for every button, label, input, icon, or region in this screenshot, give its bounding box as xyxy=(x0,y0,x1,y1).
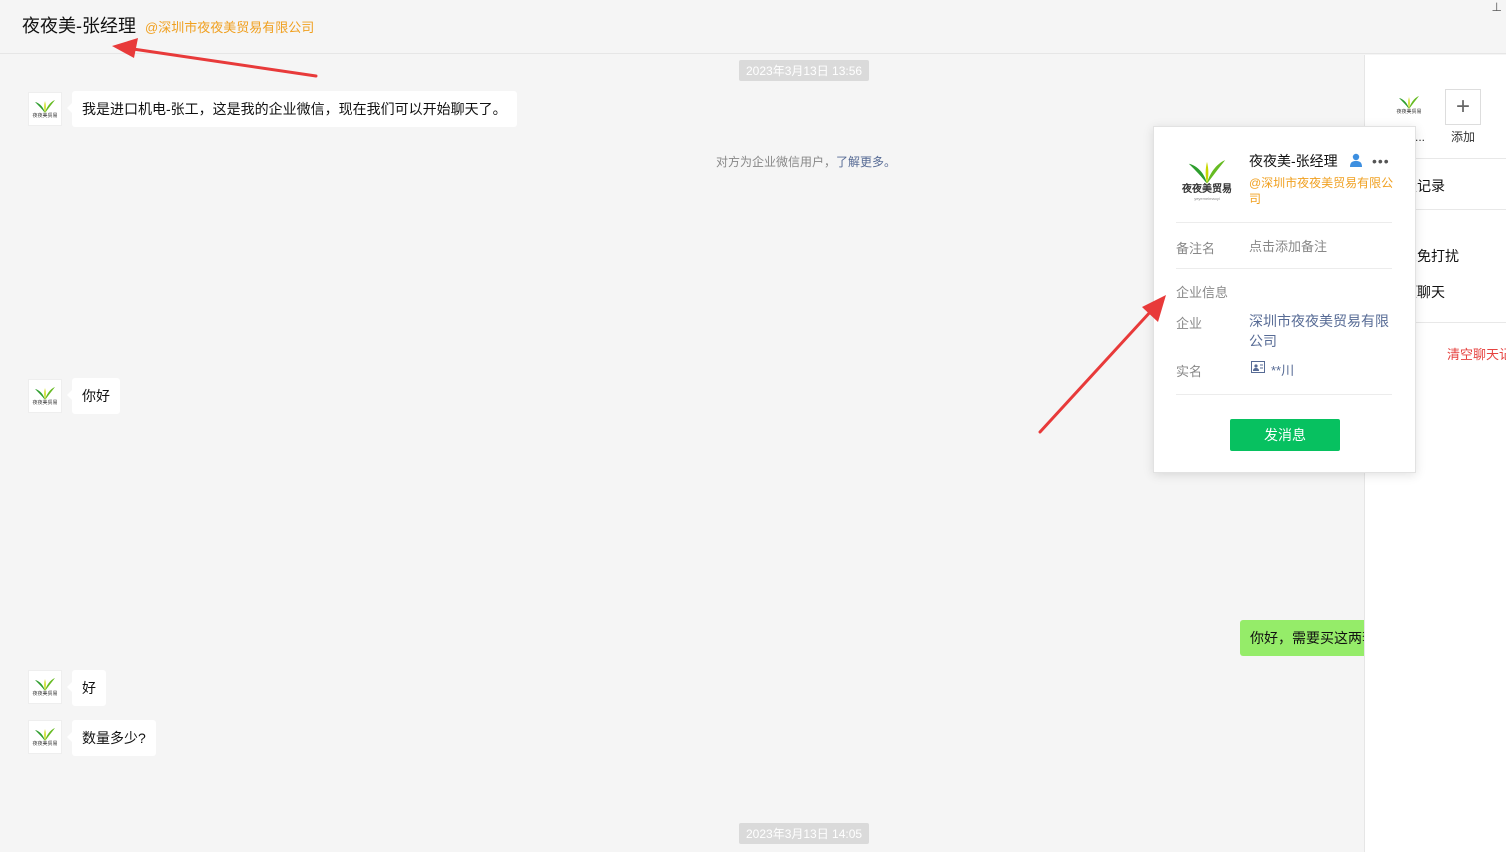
sprout-logo-icon xyxy=(1399,96,1419,109)
sprout-logo-icon xyxy=(35,728,55,741)
contact-corp: @深圳市夜夜美贸易有限公司 xyxy=(1249,176,1394,206)
timestamp: 2023年3月13日 14:05 xyxy=(739,823,870,844)
member-avatar[interactable]: 夜夜美贸易 xyxy=(1393,89,1425,121)
add-member-button[interactable]: + xyxy=(1445,89,1481,125)
enterprise-info-label: 企业信息 xyxy=(1176,285,1229,300)
contact-avatar[interactable]: 夜夜美贸易 xyxy=(28,379,62,413)
contact-card-avatar[interactable]: 夜夜美贸易 yeyemeimaoyi xyxy=(1176,149,1238,209)
message-bubble[interactable]: 好 xyxy=(67,670,106,706)
avatar-brand-text: 夜夜美贸易 xyxy=(32,741,58,747)
remark-input[interactable]: 点击添加备注 xyxy=(1249,236,1327,255)
avatar-brand-text: 夜夜美贸易 xyxy=(1182,183,1232,195)
wecom-person-icon xyxy=(1350,153,1362,167)
contact-avatar[interactable]: 夜夜美贸易 xyxy=(28,92,62,126)
sprout-logo-icon xyxy=(35,678,55,691)
message-bubble[interactable]: 我是进口机电-张工，这是我的企业微信，现在我们可以开始聊天了。 xyxy=(67,91,517,127)
message-bubble[interactable]: 数量多少? xyxy=(67,720,156,756)
clear-history-button[interactable]: 清空聊天记录 xyxy=(1447,344,1506,363)
chat-title-corp: @深圳市夜夜美贸易有限公司 xyxy=(145,20,315,35)
more-options-icon[interactable]: ••• xyxy=(1372,153,1390,169)
chat-title[interactable]: 夜夜美-张经理 xyxy=(22,12,136,38)
avatar-brand-text: 夜夜美贸易 xyxy=(32,113,58,119)
avatar-brand-text: 夜夜美贸易 xyxy=(32,400,58,406)
company-link[interactable]: 深圳市夜夜美贸易有限公司 xyxy=(1249,311,1394,351)
avatar-brand-text: 夜夜美贸易 xyxy=(1396,109,1422,115)
message-bubble[interactable]: 你好 xyxy=(67,378,120,414)
add-member-label: 添加 xyxy=(1451,130,1476,144)
sprout-logo-icon xyxy=(35,100,55,113)
pin-icon[interactable]: ⊥ xyxy=(1492,0,1502,14)
sprout-logo-icon xyxy=(35,387,55,400)
remark-label: 备注名 xyxy=(1176,241,1216,256)
system-note: 对方为企业微信用户，了解更多。 xyxy=(716,153,896,170)
sprout-logo-icon xyxy=(1188,159,1226,184)
divider xyxy=(1176,268,1392,269)
divider xyxy=(1176,394,1392,395)
company-label: 企业 xyxy=(1176,316,1203,331)
id-card-icon xyxy=(1251,361,1265,373)
system-note-text: 对方为企业微信用户， xyxy=(716,155,837,169)
learn-more-link[interactable]: 了解更多。 xyxy=(836,155,896,169)
avatar-brand-text: 夜夜美贸易 xyxy=(32,691,58,697)
contact-name: 夜夜美-张经理 xyxy=(1249,153,1338,169)
avatar-brand-subtext: yeyemeimaoyi xyxy=(1194,195,1220,201)
contact-avatar[interactable]: 夜夜美贸易 xyxy=(28,720,62,754)
contact-card-popup: 夜夜美贸易 yeyemeimaoyi 夜夜美-张经理 ••• @深圳市夜夜美贸易… xyxy=(1153,126,1416,473)
plus-icon: + xyxy=(1455,93,1470,120)
realname-value[interactable]: **川 xyxy=(1271,360,1294,379)
send-message-button[interactable]: 发消息 xyxy=(1230,419,1340,451)
timestamp: 2023年3月13日 13:56 xyxy=(739,60,870,81)
realname-label: 实名 xyxy=(1176,364,1203,379)
chat-header: 夜夜美-张经理 @深圳市夜夜美贸易有限公司 ⊥ xyxy=(0,0,1506,54)
divider xyxy=(1176,222,1392,223)
contact-avatar[interactable]: 夜夜美贸易 xyxy=(28,670,62,704)
